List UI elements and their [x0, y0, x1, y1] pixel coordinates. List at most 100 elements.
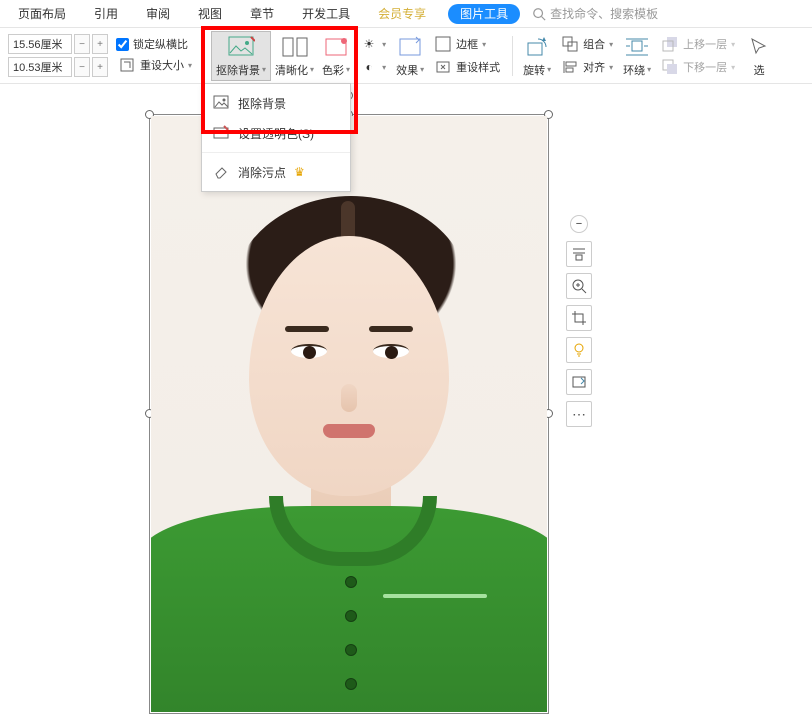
- photo-eye: [291, 344, 327, 358]
- contrast-icon: ◐: [360, 58, 378, 76]
- align-icon: [561, 58, 579, 76]
- lock-aspect-input[interactable]: [116, 38, 129, 51]
- photo-mouth: [323, 424, 375, 438]
- sun-icon: ☀: [360, 35, 378, 53]
- recolor-icon: [571, 374, 587, 390]
- height-input[interactable]: [8, 34, 72, 54]
- group-label: 组合: [583, 36, 605, 52]
- photo-eye: [373, 344, 409, 358]
- bring-forward-button[interactable]: 上移一层 ▾: [659, 34, 737, 54]
- select-icon: [745, 34, 773, 60]
- reset-style-label: 重设样式: [456, 59, 500, 75]
- chevron-down-icon: ▾: [731, 40, 735, 49]
- color-button[interactable]: 色彩▾: [318, 32, 354, 80]
- tab-picture-tools[interactable]: 图片工具: [448, 4, 520, 24]
- width-decr[interactable]: −: [74, 57, 90, 77]
- search-box[interactable]: 查找命令、搜索模板: [532, 5, 658, 22]
- chevron-down-icon: ▾: [310, 65, 314, 74]
- bring-forward-label: 上移一层: [683, 36, 727, 52]
- chevron-down-icon: ▾: [547, 65, 551, 74]
- selection-frame[interactable]: [149, 114, 549, 714]
- group-button[interactable]: 组合 ▾: [559, 34, 615, 54]
- tool-recolor[interactable]: [566, 369, 592, 395]
- selected-image[interactable]: [151, 116, 547, 712]
- effect-button[interactable]: 效果▾: [392, 32, 428, 80]
- chevron-down-icon: ▾: [731, 63, 735, 72]
- menu-chapter[interactable]: 章节: [236, 0, 288, 28]
- premium-crown-icon: ♛: [294, 165, 305, 179]
- tool-idea[interactable]: [566, 337, 592, 363]
- lock-aspect-label: 锁定纵横比: [133, 36, 188, 52]
- select-button[interactable]: 选: [741, 32, 773, 80]
- border-label: 边框: [456, 36, 478, 52]
- chevron-down-icon: ▾: [482, 40, 486, 49]
- remove-bg-icon: [212, 94, 230, 112]
- send-backward-icon: [661, 58, 679, 76]
- tool-crop[interactable]: [566, 305, 592, 331]
- dropdown-remove-bg[interactable]: 抠除背景: [202, 88, 350, 118]
- align-button[interactable]: 对齐 ▾: [559, 57, 615, 77]
- photo-brow: [369, 326, 413, 332]
- rotate-button[interactable]: 旋转▾: [519, 32, 555, 80]
- chevron-down-icon: ▾: [382, 63, 386, 72]
- dropdown-set-transparent[interactable]: 设置透明色(S): [202, 118, 350, 148]
- tool-more[interactable]: ⋯: [566, 401, 592, 427]
- ellipsis-icon: ⋯: [572, 406, 586, 423]
- height-incr[interactable]: +: [92, 34, 108, 54]
- floating-toolbar: − ⋯: [566, 215, 592, 427]
- reset-size-button[interactable]: 重设大小 ▾: [116, 55, 194, 75]
- eraser-icon: [212, 163, 230, 181]
- tool-zoom[interactable]: [566, 273, 592, 299]
- dropdown-remove-spots[interactable]: 消除污点 ♛: [202, 157, 350, 187]
- chevron-down-icon: ▾: [647, 65, 651, 74]
- search-placeholder: 查找命令、搜索模板: [550, 5, 658, 22]
- effect-icon: [396, 34, 424, 60]
- bulb-icon: [571, 342, 587, 358]
- canvas: − ⋯: [0, 84, 812, 713]
- width-incr[interactable]: +: [92, 57, 108, 77]
- menu-reference[interactable]: 引用: [80, 0, 132, 28]
- select-label: 选: [754, 62, 765, 78]
- align-label: 对齐: [583, 59, 605, 75]
- clarity-icon: [281, 34, 309, 60]
- brightness-button[interactable]: ☀ ▾: [358, 34, 388, 54]
- set-transparent-icon: [212, 124, 230, 142]
- tool-layout[interactable]: [566, 241, 592, 267]
- wrap-button[interactable]: 环绕▾: [619, 32, 655, 80]
- chevron-down-icon: ▾: [420, 65, 424, 74]
- chevron-down-icon: ▾: [609, 63, 613, 72]
- chevron-down-icon: ▾: [262, 65, 266, 74]
- layout-icon: [571, 246, 587, 262]
- dropdown-set-transparent-label: 设置透明色(S): [238, 125, 314, 142]
- remove-bg-label: 抠除背景: [216, 62, 260, 78]
- menu-page-layout[interactable]: 页面布局: [4, 0, 80, 28]
- chevron-down-icon: ▾: [382, 40, 386, 49]
- wrap-label: 环绕: [623, 62, 645, 78]
- photo-nose: [341, 384, 357, 412]
- reset-size-label: 重设大小: [140, 57, 184, 73]
- reset-style-button[interactable]: 重设样式: [432, 57, 502, 77]
- collapse-button[interactable]: −: [570, 215, 588, 233]
- lock-aspect-checkbox[interactable]: 锁定纵横比: [116, 36, 194, 52]
- menu-view[interactable]: 视图: [184, 0, 236, 28]
- separator: [204, 36, 205, 76]
- lock-reset: 锁定纵横比 重设大小 ▾: [112, 30, 198, 81]
- border-reset: 边框 ▾ 重设样式: [428, 30, 506, 81]
- width-input[interactable]: [8, 57, 72, 77]
- dropdown-remove-spots-label: 消除污点: [238, 164, 286, 181]
- remove-bg-button[interactable]: 抠除背景▾: [211, 31, 271, 81]
- color-icon: [322, 34, 350, 60]
- menu-devtools[interactable]: 开发工具: [288, 0, 364, 28]
- contrast-button[interactable]: ◐ ▾: [358, 57, 388, 77]
- border-button[interactable]: 边框 ▾: [432, 34, 502, 54]
- send-backward-button[interactable]: 下移一层 ▾: [659, 57, 737, 77]
- clarity-label: 清晰化: [275, 62, 308, 78]
- clarity-button[interactable]: 清晰化▾: [271, 32, 318, 80]
- brightness-contrast: ☀ ▾ ◐ ▾: [354, 30, 392, 81]
- reset-size-icon: [118, 56, 136, 74]
- crop-icon: [571, 310, 587, 326]
- height-decr[interactable]: −: [74, 34, 90, 54]
- reset-style-icon: [434, 58, 452, 76]
- menu-premium[interactable]: 会员专享: [364, 0, 440, 28]
- menu-review[interactable]: 审阅: [132, 0, 184, 28]
